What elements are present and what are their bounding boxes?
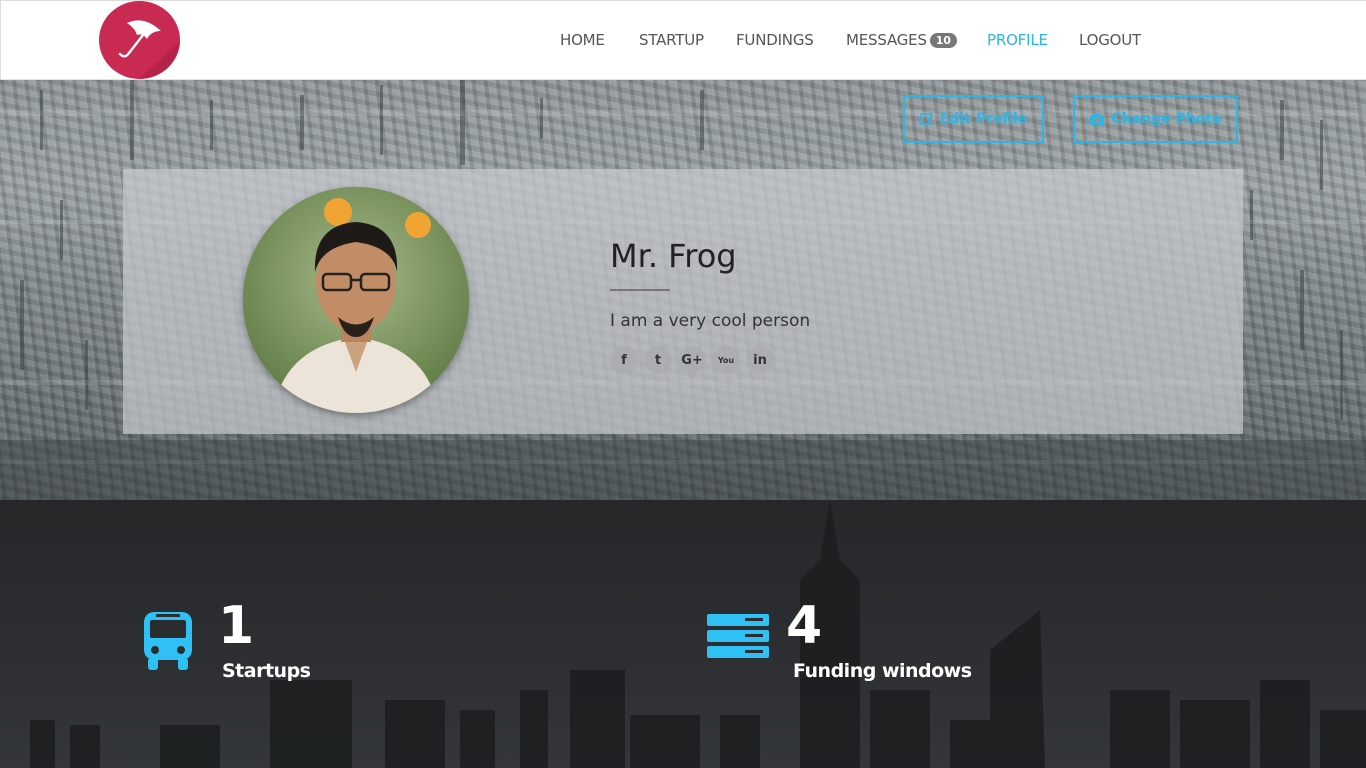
edit-icon (919, 113, 933, 125)
edit-profile-label: Edit Profile (939, 111, 1028, 127)
avatar (243, 187, 469, 413)
profile-name: Mr. Frog (610, 237, 737, 275)
startups-label: Startups (222, 660, 311, 682)
edit-profile-button[interactable]: Edit Profile (903, 95, 1044, 143)
nav-profile[interactable]: PROFILE (987, 31, 1048, 49)
stats-section: 1 Startups 4 Funding windows (0, 500, 1366, 768)
umbrella-icon (118, 20, 180, 79)
logo[interactable] (99, 1, 180, 79)
nav-home[interactable]: HOME (560, 31, 605, 49)
skyline-background (30, 500, 1366, 768)
profile-hero: Edit Profile Change Photo Mr. Frog I am … (0, 80, 1366, 500)
bus-icon (144, 612, 192, 670)
funding-windows-count: 4 (786, 596, 823, 656)
facebook-icon[interactable]: f (610, 346, 638, 374)
profile-card: Mr. Frog I am a very cool person f t G+ … (123, 169, 1243, 434)
linkedin-icon[interactable]: in (746, 346, 774, 374)
server-icon (707, 614, 769, 658)
twitter-icon[interactable]: t (644, 346, 672, 374)
name-divider (610, 289, 670, 291)
nav-messages-label: MESSAGES (846, 31, 927, 49)
change-photo-button[interactable]: Change Photo (1073, 95, 1238, 143)
profile-photo (243, 187, 469, 413)
navbar: HOME STARTUP FUNDINGS MESSAGES 10 PROFILE… (0, 0, 1366, 80)
nav-fundings[interactable]: FUNDINGS (736, 31, 814, 49)
youtube-icon[interactable]: You (712, 346, 740, 374)
funding-windows-label: Funding windows (793, 660, 972, 682)
startups-count: 1 (218, 596, 255, 656)
nav-messages[interactable]: MESSAGES 10 (846, 31, 957, 49)
nav-startup[interactable]: STARTUP (639, 31, 704, 49)
social-links: f t G+ You in (610, 346, 774, 374)
profile-bio: I am a very cool person (610, 311, 811, 331)
messages-badge: 10 (929, 33, 957, 48)
nav-logout[interactable]: LOGOUT (1079, 31, 1141, 49)
camera-icon (1090, 113, 1105, 125)
change-photo-label: Change Photo (1111, 111, 1222, 127)
google-plus-icon[interactable]: G+ (678, 346, 706, 374)
